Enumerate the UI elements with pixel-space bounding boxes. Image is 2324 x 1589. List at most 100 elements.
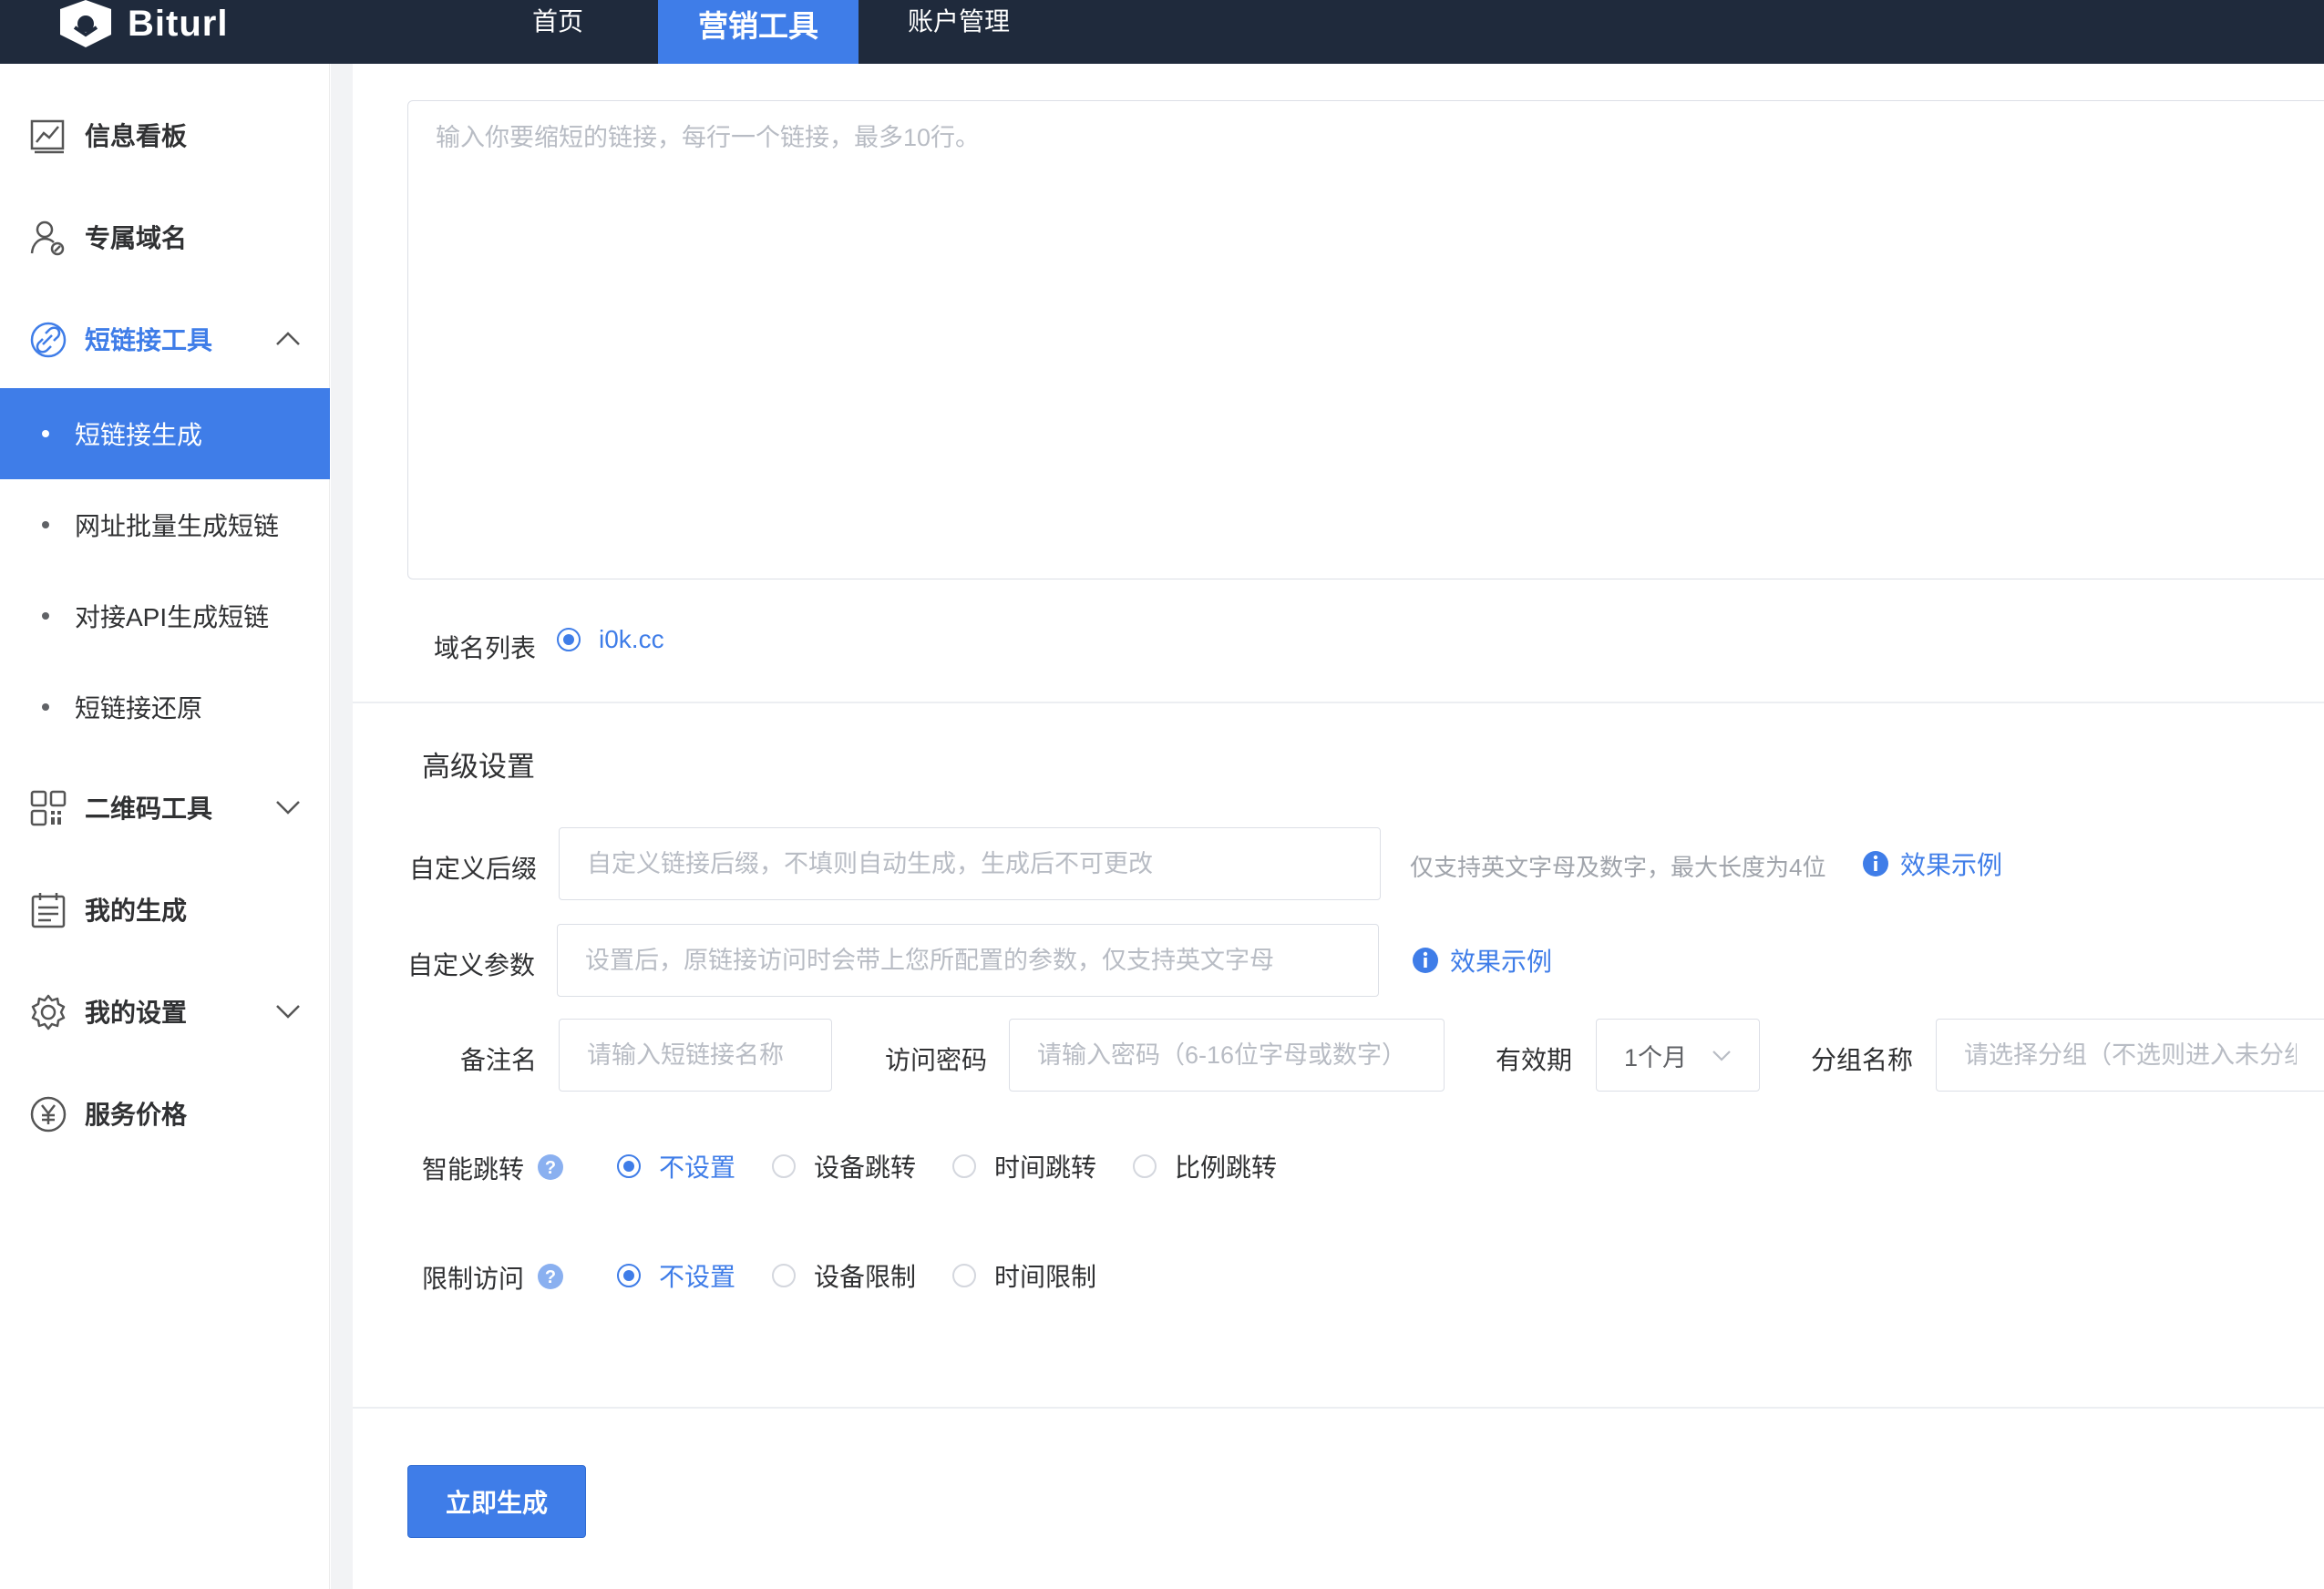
custom-param-example-link[interactable]: 效果示例 [1412, 942, 1552, 979]
sidebar-item-label: 服务价格 [85, 1101, 188, 1129]
sidebar-item-qr-tools[interactable]: 二维码工具 [0, 771, 330, 844]
radio-circle[interactable] [772, 1154, 797, 1178]
sidebar-item-dashboard[interactable]: 信息看板 [0, 98, 330, 171]
smart-jump-option-device[interactable]: 设备跳转 [772, 1148, 916, 1184]
generate-now-button[interactable]: 立即生成 [407, 1465, 586, 1538]
svg-text:?: ? [545, 1158, 556, 1178]
nav-home[interactable]: 首页 [510, 0, 605, 64]
radio-circle[interactable] [952, 1264, 977, 1287]
sidebar-subitem-label: 短链接还原 [75, 694, 203, 723]
custom-suffix-example-link[interactable]: 效果示例 [1862, 846, 2002, 882]
main-content: 域名列表 i0k.cc 高级设置 自定义后缀 仅支持英文字母及数字，最大长度为4… [353, 64, 2324, 1589]
example-link-text: 效果示例 [1450, 948, 1553, 976]
chevron-down-icon[interactable] [273, 796, 303, 818]
nav-marketing-tools[interactable]: 营销工具 [658, 0, 859, 64]
help-question-icon[interactable]: ? [537, 1263, 564, 1290]
svg-text:?: ? [545, 1267, 556, 1287]
custom-suffix-input[interactable] [559, 827, 1381, 900]
smart-jump-option-time[interactable]: 时间跳转 [952, 1148, 1096, 1184]
radio-option-text: 时间跳转 [994, 1153, 1097, 1182]
radio-option-text: 比例跳转 [1175, 1153, 1278, 1182]
restrict-access-radio-group: 不设置 设备限制 时间限制 [617, 1257, 1096, 1294]
domain-radio-group: i0k.cc [557, 625, 664, 654]
sidebar-item-label: 信息看板 [85, 122, 188, 150]
restrict-option-time[interactable]: 时间限制 [952, 1257, 1096, 1294]
bullet-dot [42, 430, 49, 437]
sidebar: 信息看板 专属域名 短链接工具 短链接生成 网址批量生成短链 对接API生成短链… [0, 64, 330, 1589]
radio-option-text: 不设置 [659, 1263, 736, 1291]
yuan-coin-icon [30, 1096, 67, 1133]
smart-jump-label: 智能跳转 [422, 1155, 525, 1184]
domain-option-text: i0k.cc [599, 625, 664, 653]
dashboard-chart-icon [30, 119, 65, 154]
domain-list-label: 域名列表 [434, 634, 537, 662]
biturl-logo-icon [60, 0, 111, 47]
custom-suffix-hint: 仅支持英文字母及数字，最大长度为4位 [1410, 854, 1826, 881]
radio-option-text: 不设置 [659, 1153, 736, 1182]
calendar-list-icon [31, 893, 66, 928]
gear-icon [31, 994, 66, 1030]
custom-param-label: 自定义参数 [407, 951, 536, 979]
qr-code-icon [30, 790, 67, 826]
advanced-settings-title: 高级设置 [422, 751, 535, 783]
url-input-textarea[interactable] [407, 100, 2324, 579]
logo-text: Biturl [128, 3, 229, 44]
group-name-select[interactable] [1936, 1019, 2324, 1092]
radio-option-text: 设备跳转 [814, 1153, 917, 1182]
validity-select[interactable]: 1个月 [1596, 1019, 1760, 1092]
sidebar-subitem-generate[interactable]: 短链接生成 [0, 388, 330, 479]
radio-circle[interactable] [557, 628, 581, 651]
sidebar-item-label: 我的生成 [85, 897, 188, 925]
bullet-dot [42, 612, 49, 620]
access-password-label: 访问密码 [885, 1046, 988, 1074]
group-name-label: 分组名称 [1811, 1046, 1914, 1074]
sidebar-item-label: 我的设置 [85, 999, 188, 1027]
chevron-down-icon[interactable] [273, 1000, 303, 1022]
sidebar-subitem-batch[interactable]: 网址批量生成短链 [0, 479, 330, 570]
sidebar-item-my-generated[interactable]: 我的生成 [0, 873, 330, 946]
sidebar-item-shortlink-tools[interactable]: 短链接工具 [0, 302, 330, 375]
radio-circle[interactable] [617, 1264, 641, 1287]
link-icon [30, 322, 67, 358]
restrict-option-device[interactable]: 设备限制 [772, 1257, 916, 1294]
smart-jump-option-none[interactable]: 不设置 [617, 1148, 735, 1184]
custom-suffix-label: 自定义后缀 [409, 855, 538, 883]
remark-label: 备注名 [460, 1046, 538, 1074]
sidebar-item-my-settings[interactable]: 我的设置 [0, 975, 330, 1048]
domain-radio-i0k[interactable]: i0k.cc [557, 625, 664, 654]
info-icon [1863, 851, 1888, 877]
radio-circle[interactable] [772, 1264, 797, 1287]
custom-param-input[interactable] [557, 924, 1379, 997]
user-link-icon [30, 220, 65, 256]
sidebar-subitem-label: 短链接生成 [75, 421, 203, 449]
radio-circle[interactable] [952, 1154, 977, 1178]
access-password-input[interactable] [1009, 1019, 1445, 1092]
radio-option-text: 时间限制 [994, 1263, 1097, 1291]
radio-circle[interactable] [617, 1154, 641, 1178]
bullet-dot [42, 703, 49, 711]
sidebar-item-domain[interactable]: 专属域名 [0, 200, 330, 273]
smart-jump-option-ratio[interactable]: 比例跳转 [1133, 1148, 1277, 1184]
help-question-icon[interactable]: ? [537, 1153, 564, 1181]
sidebar-item-label: 专属域名 [85, 224, 188, 252]
sidebar-item-pricing[interactable]: 服务价格 [0, 1077, 330, 1150]
sidebar-subitem-label: 对接API生成短链 [75, 603, 270, 631]
sidebar-subitem-label: 网址批量生成短链 [75, 512, 280, 540]
remark-input[interactable] [559, 1019, 832, 1092]
chevron-up-icon[interactable] [273, 328, 303, 350]
bullet-dot [42, 521, 49, 528]
logo[interactable]: Biturl [55, 0, 228, 47]
sidebar-subitem-restore[interactable]: 短链接还原 [0, 661, 330, 753]
restrict-option-none[interactable]: 不设置 [617, 1257, 735, 1294]
divider [353, 702, 2324, 703]
validity-label: 有效期 [1496, 1046, 1573, 1074]
nav-account-management[interactable]: 账户管理 [882, 0, 1035, 64]
restrict-access-label: 限制访问 [422, 1265, 525, 1293]
divider [353, 1407, 2324, 1409]
top-navigation-bar: Biturl 首页 营销工具 账户管理 [0, 0, 2324, 64]
sidebar-subitem-api[interactable]: 对接API生成短链 [0, 570, 330, 661]
radio-circle[interactable] [1133, 1154, 1157, 1178]
chevron-down-icon [1712, 1051, 1731, 1061]
info-icon [1413, 948, 1438, 973]
sidebar-item-label: 二维码工具 [85, 794, 213, 823]
